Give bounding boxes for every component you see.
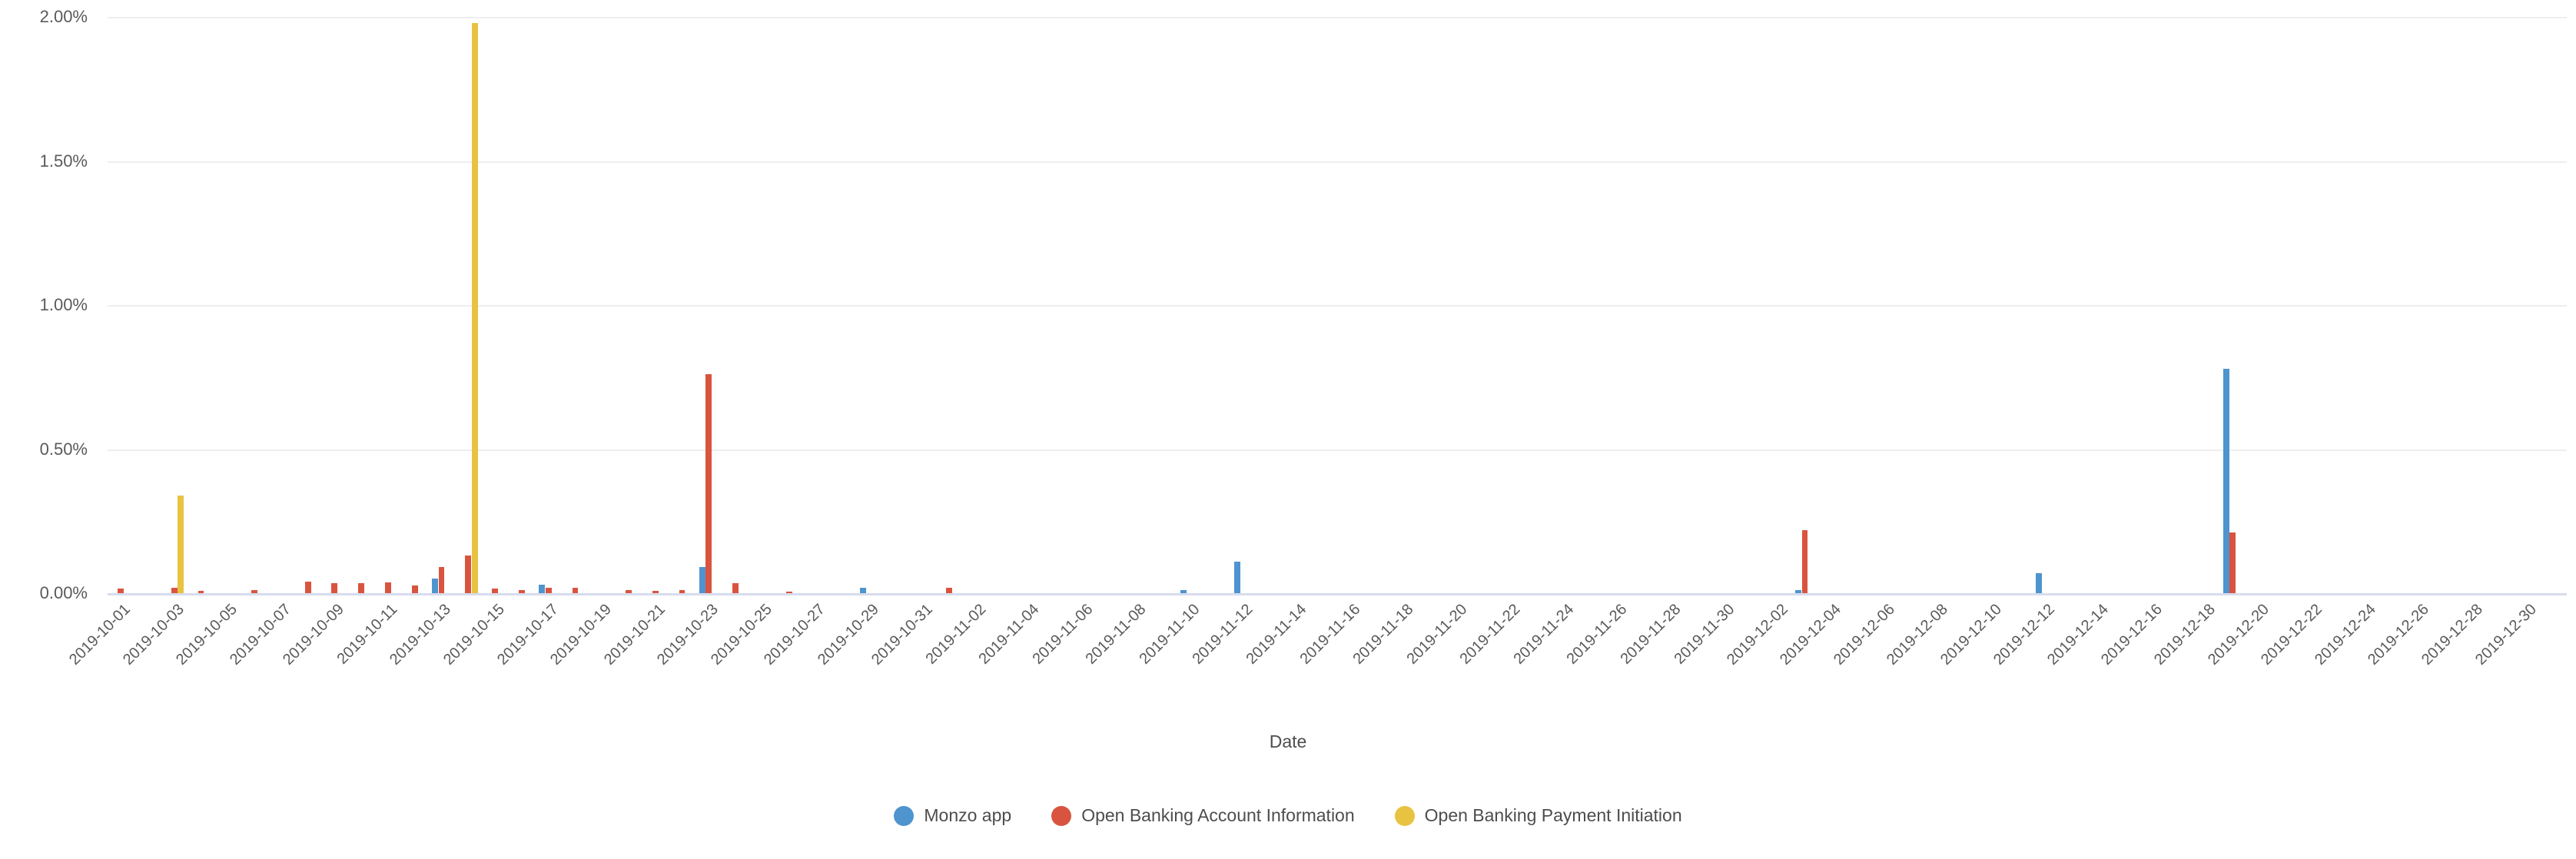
x-axis-tick: 2019-10-07 [227, 601, 294, 668]
bar[interactable] [432, 579, 439, 593]
x-axis-tick: 2019-12-30 [2471, 601, 2539, 668]
bar[interactable] [251, 589, 257, 593]
x-axis-labels: 2019-10-01 2019-10-03 2019-10-05 2019-10-07… [66, 598, 2567, 721]
legend-swatch-icon [1394, 805, 1415, 826]
y-axis-tick-label: 2.00% [39, 7, 88, 26]
bar[interactable] [2036, 572, 2043, 593]
bar[interactable] [385, 582, 391, 593]
bar[interactable] [572, 587, 579, 593]
bar[interactable] [626, 590, 632, 593]
bar[interactable] [2222, 368, 2229, 593]
bar[interactable] [545, 588, 552, 593]
bar[interactable] [785, 592, 792, 593]
x-axis-tick: 2019-10-27 [761, 601, 828, 668]
x-axis-tick: 2019-11-22 [1457, 601, 1524, 668]
x-axis-tick: 2019-12-06 [1831, 601, 1898, 668]
bar[interactable] [492, 589, 499, 593]
y-axis-tick-label: 0.00% [39, 583, 88, 602]
x-axis-tick: 2019-12-22 [2258, 601, 2325, 668]
x-axis-tick: 2019-10-05 [173, 601, 241, 668]
x-axis-title: Date [1269, 731, 1307, 751]
x-axis-tick: 2019-10-03 [120, 601, 188, 668]
bar[interactable] [946, 588, 953, 593]
bar[interactable] [1801, 529, 1808, 593]
bar[interactable] [518, 589, 525, 593]
legend-label: Open Banking Payment Initiation [1424, 805, 1682, 825]
bar[interactable] [1180, 590, 1187, 593]
bar[interactable] [471, 22, 478, 593]
x-axis-tick: 2019-12-12 [1990, 601, 2058, 668]
x-axis-tick: 2019-12-02 [1724, 601, 1791, 668]
x-axis-tick: 2019-10-19 [547, 601, 615, 668]
axis-baseline [108, 593, 2567, 595]
bar[interactable] [198, 591, 204, 593]
x-axis-tick: 2019-11-02 [922, 601, 989, 668]
legend-swatch-icon [1051, 805, 1072, 826]
legend-item[interactable]: Open Banking Account Information [1051, 805, 1355, 826]
x-axis-tick: 2019-12-26 [2365, 601, 2432, 668]
bar[interactable] [438, 567, 445, 593]
x-axis-tick: 2019-10-23 [654, 601, 722, 668]
legend-item[interactable]: Open Banking Payment Initiation [1394, 805, 1682, 826]
x-axis-tick: 2019-12-28 [2418, 601, 2486, 668]
bar[interactable] [465, 556, 472, 593]
bar[interactable] [171, 588, 178, 593]
bar[interactable] [859, 587, 866, 593]
x-axis-tick: 2019-10-11 [334, 601, 401, 668]
bar[interactable] [118, 589, 124, 593]
legend-label: Monzo app [924, 805, 1012, 825]
y-axis-tick-label: 1.50% [39, 151, 88, 171]
legend-label: Open Banking Account Information [1081, 805, 1355, 825]
x-axis-tick: 2019-10-29 [815, 601, 882, 668]
x-axis-tick: 2019-10-25 [708, 601, 775, 668]
x-axis-tick: 2019-12-08 [1884, 601, 1951, 668]
x-axis-tick: 2019-11-16 [1296, 601, 1363, 668]
bar[interactable] [1795, 590, 1802, 593]
x-axis-tick: 2019-11-20 [1403, 601, 1470, 668]
x-axis-tick: 2019-10-15 [440, 601, 508, 668]
y-axis-labels: 0.00% 0.50% 1.00% 1.50% 2.00% [0, 7, 98, 602]
x-axis-tick: 2019-12-04 [1777, 601, 1844, 668]
y-axis-tick-label: 1.00% [39, 295, 88, 314]
chart-legend: Monzo app Open Banking Account Informatio… [0, 805, 2576, 826]
bar[interactable] [539, 584, 546, 593]
bar[interactable] [304, 582, 311, 593]
bar[interactable] [358, 583, 365, 593]
y-axis-tick-label: 0.50% [39, 439, 88, 459]
x-axis-tick: 2019-11-12 [1190, 601, 1256, 668]
bar[interactable] [178, 495, 184, 593]
plot-area [108, 17, 2567, 595]
bar[interactable] [679, 589, 685, 593]
bar[interactable] [411, 585, 418, 593]
bar[interactable] [1233, 561, 1240, 593]
x-axis-tick: 2019-10-13 [387, 601, 454, 668]
x-axis-tick: 2019-10-31 [868, 601, 936, 668]
x-axis-tick: 2019-12-20 [2205, 601, 2272, 668]
bar[interactable] [699, 567, 705, 593]
bar[interactable] [705, 374, 712, 593]
x-axis-tick: 2019-11-18 [1350, 601, 1417, 668]
bar[interactable] [732, 582, 739, 593]
x-axis-tick: 2019-11-04 [976, 601, 1043, 668]
bar[interactable] [2229, 532, 2236, 593]
x-axis-tick: 2019-12-24 [2312, 601, 2379, 668]
x-axis-tick: 2019-12-10 [1937, 601, 2005, 668]
x-axis-tick: 2019-12-14 [2044, 601, 2112, 668]
legend-item[interactable]: Monzo app [894, 805, 1011, 826]
bar[interactable] [652, 591, 659, 593]
bar[interactable] [331, 582, 338, 593]
x-axis-tick: 2019-10-09 [280, 601, 347, 668]
x-axis-tick: 2019-11-10 [1136, 601, 1203, 668]
bar-chart: 0.00% 0.50% 1.00% 1.50% 2.00% 2019-10-01 2019… [0, 0, 2576, 859]
bars-layer [108, 17, 2567, 593]
x-axis-tick: 2019-11-14 [1243, 601, 1310, 668]
x-axis-tick: 2019-11-28 [1617, 601, 1684, 668]
legend-swatch-icon [894, 805, 915, 826]
